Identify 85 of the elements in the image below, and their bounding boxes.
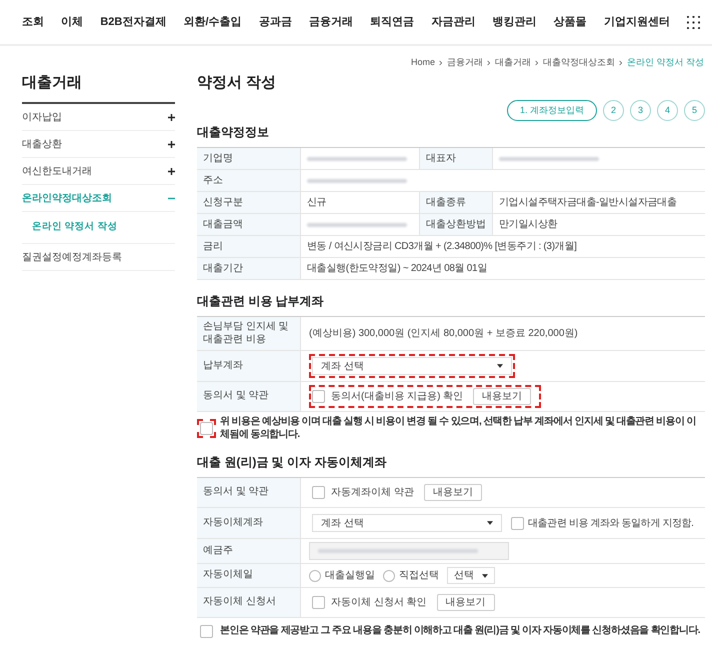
checkbox-label: 자동이체 신청서 확인 xyxy=(331,596,427,610)
row-label: 기업명 xyxy=(197,148,301,169)
agreement-text: 위 비용은 예상비용 이며 대출 실행 시 비용이 변경 될 수 있으며, 선택한 납부 계좌에서 인지세 및 대출관련 비용이 이체됨에 동의합니다. xyxy=(220,416,697,441)
field-value: 변동 / 여신시장금리 CD3개월 + (2.34800)% [변동주기 : (3)개월] xyxy=(307,240,577,254)
view-button[interactable]: 내용보기 xyxy=(473,388,532,405)
checkbox[interactable] xyxy=(200,422,213,435)
row-label: 대출종류 xyxy=(419,192,493,213)
nav-item[interactable]: 뱅킹관리 xyxy=(492,14,536,30)
field-value: 만기일시상환 xyxy=(499,218,558,232)
nav-item[interactable]: 공과금 xyxy=(258,14,292,30)
chevron-icon xyxy=(486,60,491,66)
row-label: 자동이체계좌 xyxy=(197,508,301,538)
day-select[interactable]: 선택 xyxy=(447,567,495,584)
breadcrumb-link[interactable]: 대출약정대상조회 xyxy=(542,56,615,70)
checkbox[interactable] xyxy=(312,390,325,403)
breadcrumb-link[interactable]: 대출거래 xyxy=(494,56,531,70)
view-button[interactable]: 내용보기 xyxy=(424,484,482,501)
radio-button[interactable] xyxy=(383,570,395,582)
caret-icon xyxy=(482,574,488,578)
row-label: 금리 xyxy=(197,236,301,257)
agreement-text: 본인은 약관을 제공받고 그 주요 내용을 충분히 이해하고 대출 원(리)금 및 이자 자동이체를 신청하셨음을 확인합니다. xyxy=(220,625,700,638)
nav-item[interactable]: 외환/수출입 xyxy=(184,14,242,30)
row-label: 자동이체 신청서 xyxy=(197,588,301,617)
checkbox-label: 대출관련 비용 계좌와 동일하게 지정함. xyxy=(528,516,694,530)
field-value: 신규 xyxy=(307,196,326,210)
breadcrumb-link[interactable]: Home xyxy=(410,56,435,70)
row-label: 대출기간 xyxy=(197,258,301,279)
step-indicator: 2 xyxy=(603,100,624,121)
row-label: 예금주 xyxy=(197,539,301,563)
chevron-icon xyxy=(438,60,443,66)
row-label: 납부계좌 xyxy=(197,351,301,381)
nav-item[interactable]: 상품몰 xyxy=(554,14,587,30)
radio-label: 대출실행일 xyxy=(325,569,375,583)
row-label: 신청구분 xyxy=(197,192,301,213)
section-title: 대출관련 비용 납부계좌 xyxy=(197,293,325,310)
sidebar-title: 대출거래 xyxy=(22,72,175,104)
sidebar-item[interactable]: 질권설정예정계좌등록 xyxy=(22,244,175,271)
checkbox-label: 동의서(대출비용 지급용) 확인 xyxy=(331,390,464,404)
checkbox[interactable] xyxy=(312,486,325,499)
row-label: 대출금액 xyxy=(197,214,301,235)
nav-item[interactable]: 자금관리 xyxy=(431,14,476,30)
plus-icon xyxy=(168,114,175,120)
account-select[interactable]: 계좌 선택 xyxy=(312,357,512,375)
sidebar-item[interactable]: 대출상환 xyxy=(22,131,175,158)
account-select[interactable]: 계좌 선택 xyxy=(312,514,502,532)
sidebar-item[interactable]: 여신한도내거래 xyxy=(22,158,175,185)
page-title: 약정서 작성 xyxy=(197,72,278,92)
plus-icon xyxy=(168,140,175,148)
checkbox[interactable] xyxy=(200,625,213,638)
step-indicator: 1. 계좌정보입력 xyxy=(506,100,597,121)
row-label: 대표자 xyxy=(419,148,493,169)
plus-icon xyxy=(168,168,175,174)
caret-icon xyxy=(497,364,503,368)
field-value: 대출실행(한도약정일) ~ 2024년 08월 01일 xyxy=(307,262,488,276)
step-indicator: 3 xyxy=(630,100,651,121)
row-label: 손님부담 인지세 및 대출관련 비용 xyxy=(197,317,301,350)
sidebar-item[interactable]: 이자납입 xyxy=(22,104,175,131)
caret-icon xyxy=(487,521,493,525)
nav-item[interactable]: 퇴직연금 xyxy=(370,14,414,30)
nav-item[interactable]: B2B전자결제 xyxy=(100,14,166,30)
radio-button[interactable] xyxy=(309,570,321,582)
step-indicator: 4 xyxy=(657,100,678,121)
section-title: 대출 원(리)금 및 이자 자동이체계좌 xyxy=(197,454,388,471)
row-label: 동의서 및 약관 xyxy=(197,382,301,411)
nav-item[interactable]: 금융거래 xyxy=(308,14,353,30)
nav-item[interactable]: 이체 xyxy=(61,14,84,30)
checkbox-label: 자동계좌이체 약관 xyxy=(331,486,414,500)
nav-item[interactable]: 기업지원센터 xyxy=(604,14,670,30)
row-label: 동의서 및 약관 xyxy=(197,478,301,507)
breadcrumb-link[interactable]: 금융거래 xyxy=(446,56,483,70)
nav-item[interactable]: 조회 xyxy=(22,14,44,30)
row-label: 대출상환방법 xyxy=(419,214,493,235)
checkbox[interactable] xyxy=(511,516,524,530)
field-value: (예상비용) 300,000원 (인지세 80,000원 + 보증료 220,000원) xyxy=(309,327,578,341)
view-button[interactable]: 내용보기 xyxy=(436,594,495,611)
radio-label: 직접선택 xyxy=(399,569,439,583)
step-indicator: 5 xyxy=(684,100,705,121)
field-value: 기업시설주택자금대출-일반시설자금대출 xyxy=(499,196,677,210)
section-title: 대출약정정보 xyxy=(197,124,270,141)
apps-grid-icon[interactable] xyxy=(686,16,700,28)
row-label: 주소 xyxy=(197,170,301,191)
chevron-icon xyxy=(534,60,539,66)
chevron-icon xyxy=(618,60,623,66)
checkbox[interactable] xyxy=(312,596,325,609)
row-label: 자동이체일 xyxy=(197,564,301,587)
